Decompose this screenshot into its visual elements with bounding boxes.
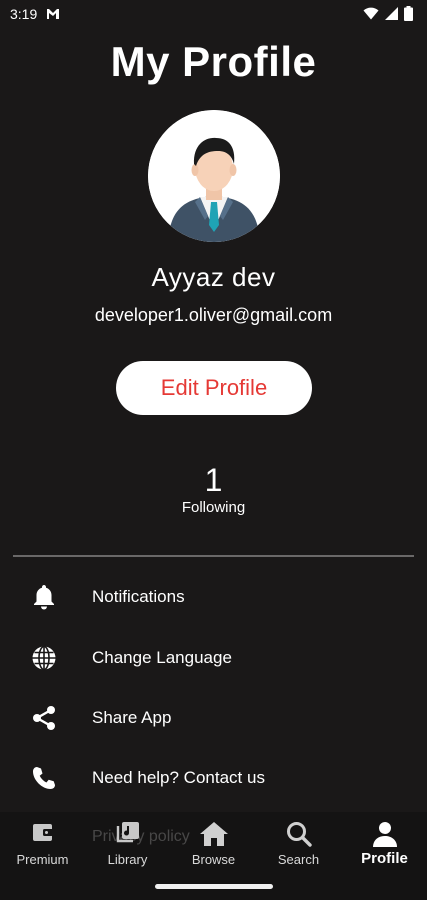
status-time: 3:19 [10,6,38,22]
user-email: developer1.oliver@gmail.com [94,305,333,325]
library-icon [85,821,170,843]
signal-icon [385,7,398,20]
nav-search[interactable]: Search [256,812,341,872]
menu-item-share-app[interactable]: Share App [0,693,427,743]
nav-label: Profile [361,850,408,867]
nav-library[interactable]: Library [85,812,170,872]
share-icon [30,704,58,732]
menu-item-label: Share App [92,708,172,727]
menu-item-label: Need help? Contact us [92,768,265,787]
following-count[interactable]: 1 [0,462,427,499]
nav-label: Browse [191,852,236,867]
menu-item-contact-us[interactable]: Need help? Contact us [0,753,427,803]
avatar [148,110,280,242]
nav-profile[interactable]: Profile [342,812,427,872]
nav-label: Library [107,852,148,867]
gmail-notification-icon [46,7,60,20]
menu-item-change-language[interactable]: Change Language [0,633,427,683]
menu-item-notifications[interactable]: Notifications [0,572,427,622]
search-icon [256,821,341,847]
status-bar: 3:19 [0,0,427,30]
nav-browse[interactable]: Browse [171,812,256,872]
user-avatar-illustration [148,110,280,242]
menu-item-label: Notifications [92,587,185,606]
edit-profile-button[interactable]: Edit Profile [116,361,312,415]
bell-icon [30,583,58,611]
status-icons [363,6,413,21]
home-icon [171,821,256,847]
globe-icon [30,644,58,672]
wallet-icon [0,821,85,843]
menu-item-label: Change Language [92,648,232,667]
following-label[interactable]: Following [0,499,427,516]
person-icon [342,821,427,847]
divider [13,555,414,557]
nav-label: Premium [16,852,69,867]
page-title: My Profile [110,38,317,85]
wifi-icon [363,7,379,20]
user-name: Ayyaz dev [151,262,276,292]
nav-premium[interactable]: Premium [0,812,85,872]
nav-label: Search [277,852,320,867]
home-indicator[interactable] [155,884,273,889]
battery-icon [404,6,413,21]
phone-icon [30,764,58,792]
